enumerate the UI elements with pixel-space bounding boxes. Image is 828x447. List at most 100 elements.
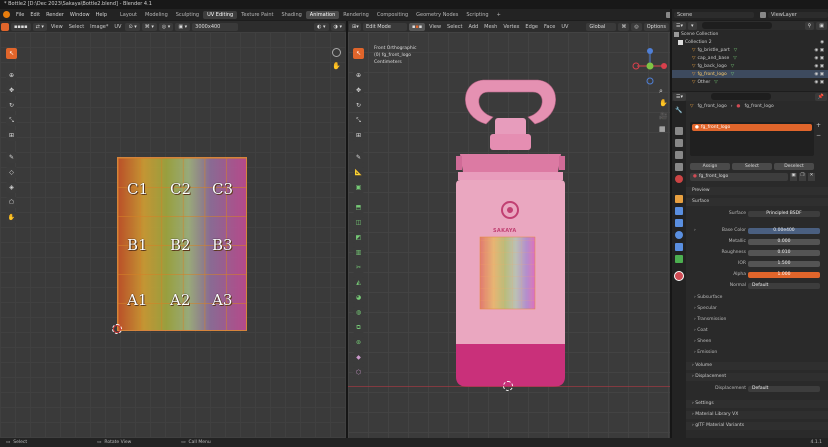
- outliner-item-selected[interactable]: ▽ fg_front_logo ▽ ◉ ▣: [672, 70, 828, 78]
- outliner-filter-icon[interactable]: ▾: [688, 21, 697, 30]
- output-tab-icon[interactable]: [675, 139, 683, 147]
- particles-tab-icon[interactable]: [675, 219, 683, 227]
- spin-tool-icon[interactable]: ◕: [353, 292, 364, 303]
- visibility-eye-icon[interactable]: ◉ ▣: [814, 64, 824, 69]
- material-library-section[interactable]: › Material Library VX: [686, 411, 828, 419]
- tab-uv-editing[interactable]: UV Editing: [203, 10, 238, 19]
- rotate-3d-tool-icon[interactable]: ↻: [353, 100, 364, 111]
- surface-shader-field[interactable]: Principled BSDF: [748, 211, 820, 217]
- menu-view[interactable]: View: [426, 24, 444, 30]
- cursor-tool-icon[interactable]: ⊕: [6, 70, 17, 81]
- pivot-selector[interactable]: ⊙ ▾: [125, 22, 140, 31]
- emission-subpanel[interactable]: › Emission: [694, 350, 717, 355]
- menu-render[interactable]: Render: [43, 12, 67, 18]
- image-name-field[interactable]: 3000x400: [192, 22, 239, 31]
- deselect-button[interactable]: Deselect: [774, 163, 814, 170]
- add-workspace-button[interactable]: +: [493, 11, 505, 19]
- slot-remove-button[interactable]: −: [816, 132, 821, 139]
- outliner-editor-type[interactable]: ☰▾: [673, 21, 686, 30]
- outliner-item[interactable]: Scene Collection: [672, 30, 828, 38]
- tweak-tool-icon[interactable]: ↖: [6, 48, 17, 59]
- menu-window[interactable]: Window: [67, 12, 93, 18]
- outliner-item[interactable]: ▽ cap_and_base ▽ ◉ ▣: [672, 54, 828, 62]
- visibility-eye-icon[interactable]: ◉ ▣: [814, 56, 824, 61]
- roughness-field[interactable]: 0.010: [748, 250, 820, 256]
- view-layer-selector[interactable]: ViewLayer: [768, 11, 828, 18]
- relax-tool-icon[interactable]: ⬠: [6, 197, 17, 208]
- camera-view-icon[interactable]: 🎥: [659, 112, 668, 121]
- subsurface-subpanel[interactable]: › Subsurface: [694, 295, 722, 300]
- alpha-field[interactable]: 1.000: [748, 272, 820, 278]
- outliner-filter-button[interactable]: ⚲: [804, 21, 815, 30]
- rotate-tool-icon[interactable]: ↻: [6, 100, 17, 111]
- move-3d-tool-icon[interactable]: ✥: [353, 85, 364, 96]
- settings-section[interactable]: › Settings: [686, 400, 828, 408]
- tab-texture-paint[interactable]: Texture Paint: [237, 11, 277, 19]
- outliner-search-input[interactable]: [701, 22, 772, 29]
- viewport-canvas[interactable]: Front Orthographic (0) fg_front_logo Cen…: [348, 32, 670, 438]
- gltf-variants-section[interactable]: › glTF Material Variants: [686, 422, 828, 430]
- menu-select[interactable]: Select: [444, 24, 465, 30]
- proportional-toggle[interactable]: ◎ ▾: [158, 22, 174, 31]
- annotate-3d-tool-icon[interactable]: ✎: [353, 152, 364, 163]
- transform-tool-icon[interactable]: ⊞: [6, 130, 17, 141]
- menu-file[interactable]: File: [13, 12, 27, 18]
- add-cube-tool-icon[interactable]: ▣: [353, 182, 364, 193]
- outliner-item[interactable]: ▽ Other ▽ ◉ ▣: [672, 78, 828, 86]
- displacement-section[interactable]: › Displacement: [686, 373, 828, 381]
- expand-chevron-icon[interactable]: ›: [694, 228, 696, 233]
- select-mode-buttons[interactable]: ▪▪▪: [409, 22, 426, 31]
- ior-field[interactable]: 1.500: [748, 261, 820, 267]
- move-tool-icon[interactable]: ✥: [6, 85, 17, 96]
- data-tab-icon[interactable]: [675, 255, 683, 263]
- tool-tab-icon[interactable]: 🔧: [675, 107, 683, 115]
- menu-mesh[interactable]: Mesh: [481, 24, 500, 30]
- outliner-item[interactable]: ▽ fg_back_logo ▽ ◉ ▣: [672, 62, 828, 70]
- smooth-tool-icon[interactable]: ◍: [353, 307, 364, 318]
- material-slot-item[interactable]: ● fg_front_logo: [692, 124, 812, 131]
- menu-vertex[interactable]: Vertex: [500, 24, 522, 30]
- select-box-tool-icon[interactable]: ↖: [353, 48, 364, 59]
- tab-layout[interactable]: Layout: [116, 11, 141, 19]
- material-datablock-field[interactable]: ● fg_front_logo: [690, 173, 788, 181]
- extrude-tool-icon[interactable]: ⬒: [353, 202, 364, 213]
- tab-shading[interactable]: Shading: [277, 11, 305, 19]
- view-layer-tab-icon[interactable]: [675, 151, 683, 159]
- proportional-edit-icon[interactable]: ◎: [631, 22, 642, 31]
- sheen-subpanel[interactable]: › Sheen: [694, 339, 711, 344]
- inset-tool-icon[interactable]: ◫: [353, 217, 364, 228]
- knife-tool-icon[interactable]: ✂: [353, 262, 364, 273]
- duplicate-material-icon[interactable]: ❐: [799, 173, 806, 181]
- menu-uv-select[interactable]: Select: [66, 24, 87, 30]
- snap-toggle[interactable]: ⌘ ▾: [141, 22, 157, 31]
- menu-edge[interactable]: Edge: [522, 24, 541, 30]
- menu-uv-uv[interactable]: UV: [111, 24, 124, 30]
- uv-overlay-button[interactable]: ◐ ▾: [314, 22, 329, 31]
- viewport-editor-type[interactable]: ⊞▾: [349, 22, 361, 31]
- uv-display-channels[interactable]: ◑ ▾: [330, 22, 345, 31]
- menu-uv[interactable]: UV: [558, 24, 571, 30]
- scene-tab-icon[interactable]: [675, 163, 683, 171]
- menu-edit[interactable]: Edit: [27, 12, 43, 18]
- zoom-view-icon[interactable]: [332, 48, 341, 57]
- uv-sync-toggle[interactable]: ⇄ ▾: [32, 22, 47, 31]
- rip-region-tool-icon[interactable]: ⬡: [353, 367, 364, 378]
- annotate-tool-icon[interactable]: ✎: [6, 152, 17, 163]
- material-slot-list[interactable]: ● fg_front_logo: [690, 122, 814, 156]
- transform-3d-tool-icon[interactable]: ⊞: [353, 130, 364, 141]
- 2d-cursor-icon[interactable]: [112, 324, 122, 334]
- object-tab-icon[interactable]: [675, 195, 683, 203]
- measure-tool-icon[interactable]: 📐: [353, 167, 364, 178]
- image-browse-button[interactable]: ▣ ▾: [175, 22, 191, 31]
- uv-select-mode-vertex[interactable]: ▪▪▪▪: [11, 22, 31, 31]
- edge-slide-tool-icon[interactable]: ⧉: [353, 322, 364, 333]
- slot-add-button[interactable]: +: [816, 122, 821, 129]
- visibility-eye-icon[interactable]: ◉ ▣: [814, 48, 824, 53]
- tab-scripting[interactable]: Scripting: [462, 11, 492, 19]
- metallic-field[interactable]: 0.000: [748, 239, 820, 245]
- fake-user-icon[interactable]: ▣: [790, 173, 797, 181]
- transform-orientation[interactable]: Global: [586, 22, 617, 31]
- tab-sculpting[interactable]: Sculpting: [172, 11, 203, 19]
- pan-view-icon[interactable]: ✋: [332, 62, 341, 71]
- grab-tool-icon[interactable]: ◈: [6, 182, 17, 193]
